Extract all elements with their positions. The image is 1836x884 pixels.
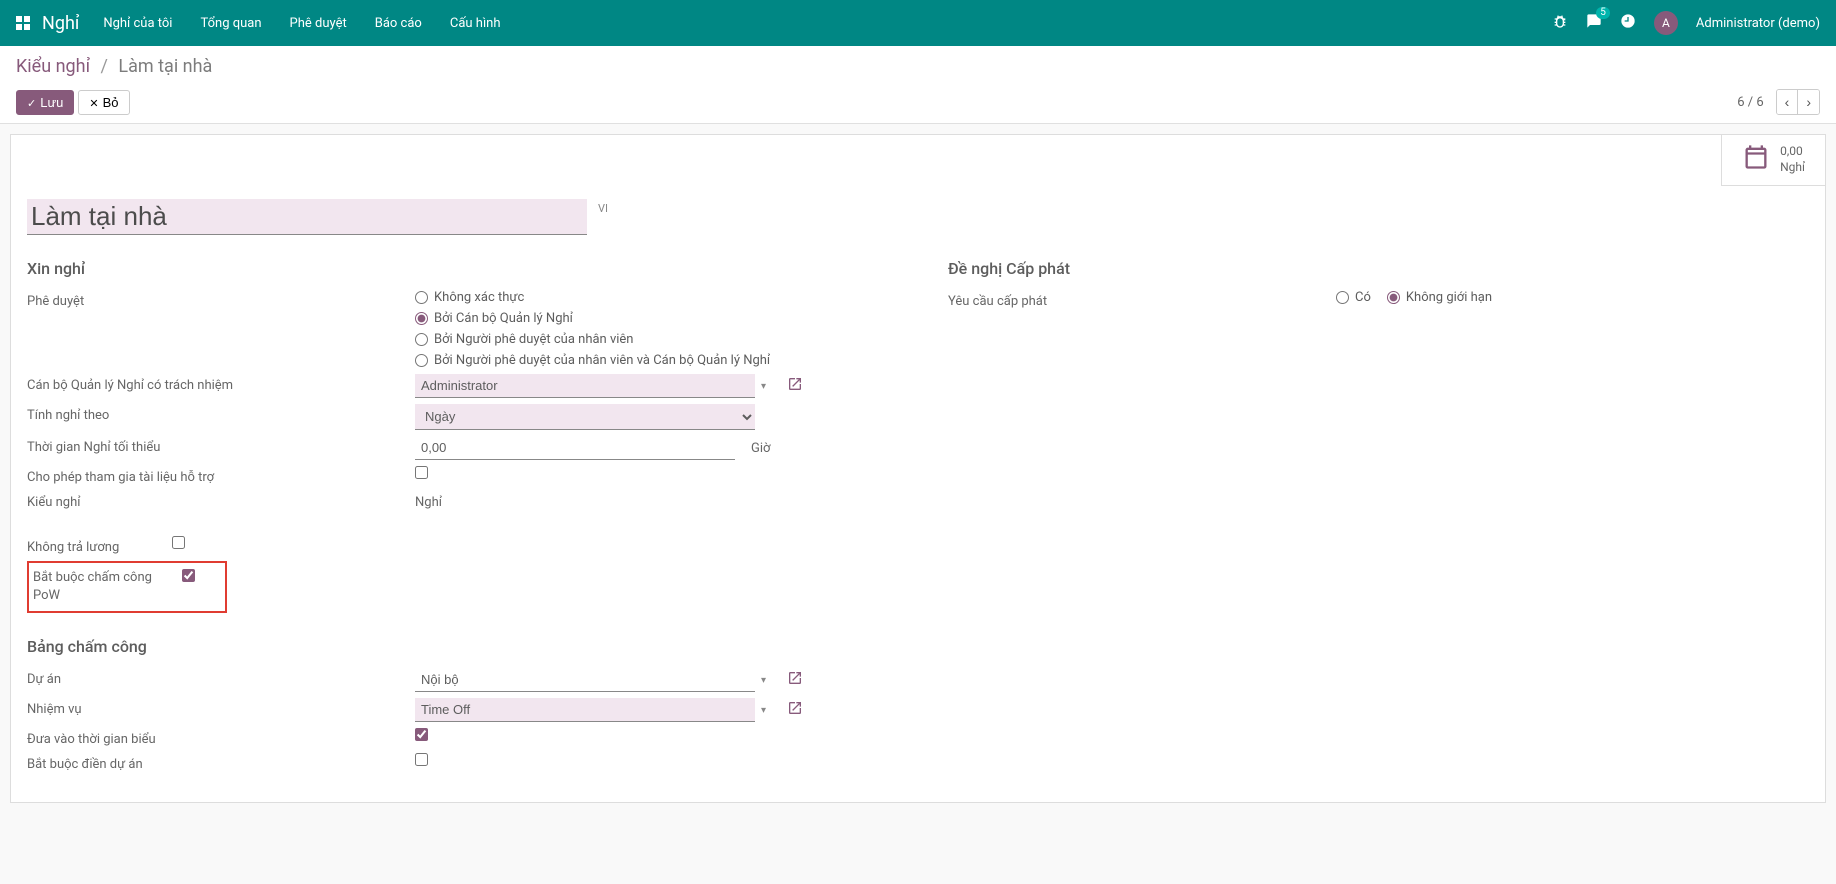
label-allocation: Yêu cầu cấp phát xyxy=(948,290,1336,309)
pager-text: 6 / 6 xyxy=(1737,95,1763,110)
chevron-down-icon[interactable]: ▾ xyxy=(757,675,770,686)
approval-opt-approver[interactable]: Bởi Người phê duyệt của nhân viên xyxy=(415,332,770,347)
label-task: Nhiệm vụ xyxy=(27,698,415,717)
app-brand[interactable]: Nghỉ xyxy=(42,13,79,34)
lang-badge[interactable]: VI xyxy=(591,199,615,218)
chevron-down-icon[interactable]: ▾ xyxy=(757,381,770,392)
label-support-doc: Cho phép tham gia tài liệu hỗ trợ xyxy=(27,466,415,485)
label-approval: Phê duyệt xyxy=(27,290,415,309)
stat-label: Nghỉ xyxy=(1780,160,1805,176)
unit-select[interactable]: Ngày xyxy=(415,404,755,430)
external-link-icon[interactable] xyxy=(787,700,803,720)
breadcrumb-parent[interactable]: Kiểu nghỉ xyxy=(16,56,90,77)
save-button[interactable]: Lưu xyxy=(16,90,74,115)
alloc-opt-unlimited[interactable]: Không giới hạn xyxy=(1387,290,1492,305)
username[interactable]: Administrator (demo) xyxy=(1696,16,1820,31)
section-allocation: Đề nghị Cấp phát xyxy=(948,259,1809,278)
alloc-opt-yes[interactable]: Có xyxy=(1336,290,1371,305)
unit-hours: Giờ xyxy=(751,441,770,456)
control-panel: Kiểu nghỉ / Làm tại nhà Lưu Bỏ 6 / 6 ‹ › xyxy=(0,46,1836,124)
chevron-down-icon[interactable]: ▾ xyxy=(757,705,770,716)
menu-config[interactable]: Cấu hình xyxy=(450,16,501,31)
schedule-checkbox[interactable] xyxy=(415,728,428,741)
approval-opt-none[interactable]: Không xác thực xyxy=(415,290,770,305)
label-unit: Tính nghỉ theo xyxy=(27,404,415,423)
label-min: Thời gian Nghỉ tối thiểu xyxy=(27,436,415,455)
project-input[interactable] xyxy=(415,668,755,692)
breadcrumb: Kiểu nghỉ / Làm tại nhà xyxy=(16,56,1820,77)
pager-prev[interactable]: ‹ xyxy=(1777,90,1799,114)
form-sheet: 0,00 Nghỉ VI Xin nghỉ Phê duyệt Không xyxy=(10,134,1826,803)
stat-leaves[interactable]: 0,00 Nghỉ xyxy=(1722,135,1825,185)
calendar-icon xyxy=(1742,143,1770,177)
responsible-input[interactable] xyxy=(415,374,755,398)
name-input[interactable] xyxy=(27,199,587,235)
unpaid-checkbox[interactable] xyxy=(172,536,185,549)
min-input[interactable] xyxy=(415,436,735,460)
check-icon xyxy=(27,95,36,110)
pager-next[interactable]: › xyxy=(1798,90,1819,114)
external-link-icon[interactable] xyxy=(787,670,803,690)
pow-highlight: Bắt buộc chấm công PoW xyxy=(27,561,227,613)
breadcrumb-current: Làm tại nhà xyxy=(118,56,212,77)
label-unpaid: Không trả lương xyxy=(27,536,172,555)
approval-radio-group: Không xác thực Bởi Cán bộ Quản lý Nghỉ B… xyxy=(415,290,770,368)
support-doc-checkbox[interactable] xyxy=(415,466,428,479)
label-mandatory-fill: Bắt buộc điền dự án xyxy=(27,753,415,772)
label-project: Dự án xyxy=(27,668,415,687)
external-link-icon[interactable] xyxy=(787,376,803,396)
bug-icon[interactable] xyxy=(1552,13,1568,33)
approval-opt-both[interactable]: Bởi Người phê duyệt của nhân viên và Cán… xyxy=(415,353,770,368)
menu-overview[interactable]: Tổng quan xyxy=(200,16,261,31)
discard-button[interactable]: Bỏ xyxy=(78,90,129,115)
kind-value: Nghỉ xyxy=(415,491,442,510)
stat-value: 0,00 xyxy=(1780,144,1805,160)
label-schedule: Đưa vào thời gian biểu xyxy=(27,728,415,747)
avatar[interactable]: A xyxy=(1654,11,1678,35)
pow-checkbox[interactable] xyxy=(182,569,195,582)
label-kind: Kiểu nghỉ xyxy=(27,491,415,510)
apps-icon[interactable] xyxy=(16,16,30,30)
navbar: Nghỉ Nghỉ của tôi Tổng quan Phê duyệt Bá… xyxy=(0,0,1836,46)
menu-reports[interactable]: Báo cáo xyxy=(375,16,422,31)
allocation-radio-group: Có Không giới hạn xyxy=(1336,290,1492,305)
menu-approvals[interactable]: Phê duyệt xyxy=(290,16,347,31)
approval-opt-officer[interactable]: Bởi Cán bộ Quản lý Nghỉ xyxy=(415,311,770,326)
messages-badge: 5 xyxy=(1596,7,1610,19)
main-menu: Nghỉ của tôi Tổng quan Phê duyệt Báo cáo… xyxy=(103,16,500,31)
label-pow: Bắt buộc chấm công PoW xyxy=(33,569,178,605)
activities-icon[interactable] xyxy=(1620,13,1636,33)
section-leave-request: Xin nghỉ xyxy=(27,259,888,278)
mandatory-fill-checkbox[interactable] xyxy=(415,753,428,766)
label-responsible: Cán bộ Quản lý Nghỉ có trách nhiệm xyxy=(27,374,415,393)
menu-my-leaves[interactable]: Nghỉ của tôi xyxy=(103,16,172,31)
x-icon xyxy=(89,95,98,110)
task-input[interactable] xyxy=(415,698,755,722)
messages-icon[interactable]: 5 xyxy=(1586,13,1602,33)
section-timesheet: Bảng chấm công xyxy=(27,637,888,656)
